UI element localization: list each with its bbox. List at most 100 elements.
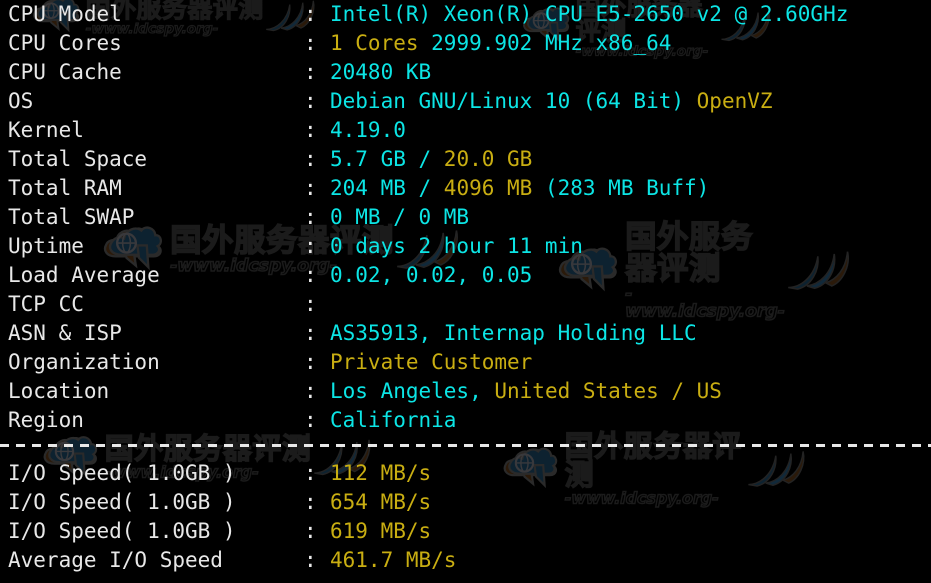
- row-label: Total Space: [8, 147, 148, 171]
- row-colon: :: [304, 147, 317, 171]
- row-label: I/O Speed( 1.0GB ): [8, 490, 236, 514]
- terminal-row: Uptime:0 days 2 hour 11 min: [0, 232, 931, 261]
- row-value: 654 MB/s: [330, 488, 431, 517]
- row-value: California: [330, 406, 456, 435]
- row-value: 619 MB/s: [330, 517, 431, 546]
- value-segment: Private Customer: [330, 350, 533, 374]
- terminal-row: I/O Speed( 1.0GB ):619 MB/s: [0, 517, 931, 546]
- row-colon: :: [304, 263, 317, 287]
- terminal-row: Kernel:4.19.0: [0, 116, 931, 145]
- row-colon: :: [304, 60, 317, 84]
- value-segment: United States / US: [494, 379, 722, 403]
- value-segment: California: [330, 408, 457, 432]
- terminal-row: I/O Speed( 1.0GB ):654 MB/s: [0, 488, 931, 517]
- value-segment: 204 MB /: [330, 176, 444, 200]
- value-segment: Intel(R) Xeon(R) CPU E5-2650 v2 @ 2.60GH…: [330, 2, 849, 26]
- terminal-row: TCP CC:: [0, 290, 931, 319]
- terminal-row: Average I/O Speed:461.7 MB/s: [0, 546, 931, 575]
- terminal-row: ASN & ISP: AS35913, Internap Holding LLC: [0, 319, 931, 348]
- row-colon: :: [304, 234, 317, 258]
- value-segment: 461.7 MB/s: [330, 548, 457, 572]
- row-value: 4.19.0: [330, 116, 406, 145]
- section-separator: [0, 435, 931, 459]
- row-colon: :: [304, 519, 317, 543]
- value-segment: 0 days 2 hour 11 min: [330, 234, 583, 258]
- row-label: CPU Cache: [8, 60, 122, 84]
- row-label: Load Average: [8, 263, 160, 287]
- row-value: Los Angeles, United States / US: [330, 377, 722, 406]
- row-value: 5.7 GB / 20.0 GB: [330, 145, 532, 174]
- value-segment: Los Angeles,: [330, 379, 495, 403]
- row-value: Private Customer: [330, 348, 532, 377]
- row-value: 1 Cores 2999.902 MHz x86_64: [330, 29, 671, 58]
- row-value: Debian GNU/Linux 10 (64 Bit) OpenVZ: [330, 87, 773, 116]
- row-colon: :: [304, 379, 317, 403]
- terminal-row: Location: Los Angeles, United States / US: [0, 377, 931, 406]
- row-label: TCP CC: [8, 292, 84, 316]
- terminal-row: CPU Model: Intel(R) Xeon(R) CPU E5-2650 v…: [0, 0, 931, 29]
- row-value: Intel(R) Xeon(R) CPU E5-2650 v2 @ 2.60GH…: [330, 0, 848, 29]
- row-colon: :: [304, 292, 317, 316]
- value-segment: Debian GNU/Linux 10 (64 Bit): [330, 89, 697, 113]
- value-segment: 1 Cores: [330, 31, 419, 55]
- row-label: Location: [8, 379, 110, 403]
- value-segment: 4096 MB: [443, 176, 533, 200]
- value-segment: 619 MB/s: [330, 519, 432, 543]
- terminal-row: Load Average:0.02, 0.02, 0.05: [0, 261, 931, 290]
- row-colon: :: [304, 89, 317, 113]
- row-value: 461.7 MB/s: [330, 546, 456, 575]
- value-segment: (283 MB Buff): [532, 176, 710, 200]
- terminal-row: CPU Cores:1 Cores 2999.902 MHz x86_64: [0, 29, 931, 58]
- value-segment: 654 MB/s: [330, 490, 432, 514]
- terminal-row: Total Space:5.7 GB / 20.0 GB: [0, 145, 931, 174]
- row-colon: :: [304, 548, 317, 572]
- row-label: CPU Cores: [8, 31, 122, 55]
- row-label: ASN & ISP: [8, 321, 122, 345]
- terminal-row: Total SWAP:0 MB / 0 MB: [0, 203, 931, 232]
- value-segment: OpenVZ: [696, 89, 773, 113]
- value-segment: 5.7 GB /: [330, 147, 444, 171]
- row-label: Kernel: [8, 118, 84, 142]
- value-segment: 20.0 GB: [443, 147, 533, 171]
- io-benchmark-block: I/O Speed( 1.0GB ):112 MB/s I/O Speed( 1.…: [0, 459, 931, 575]
- row-value: AS35913, Internap Holding LLC: [330, 319, 697, 348]
- system-info-block: CPU Model: Intel(R) Xeon(R) CPU E5-2650 v…: [0, 0, 931, 435]
- row-value: 0.02, 0.02, 0.05: [330, 261, 532, 290]
- row-label: CPU Model: [8, 2, 122, 26]
- value-segment: 0.02, 0.02, 0.05: [330, 263, 533, 287]
- terminal-screen: 国外服务器评测 -www.idcspy.org- 国外服务器评测 -www.idcsp…: [0, 0, 931, 583]
- value-segment: 4.19.0: [330, 118, 406, 142]
- terminal-row: I/O Speed( 1.0GB ):112 MB/s: [0, 459, 931, 488]
- terminal-row: Region: California: [0, 406, 931, 435]
- row-colon: :: [304, 205, 317, 229]
- row-label: I/O Speed( 1.0GB ): [8, 519, 236, 543]
- value-segment: 20480 KB: [330, 60, 432, 84]
- value-segment: 2999.902 MHz x86_64: [418, 31, 672, 55]
- row-value: 0 days 2 hour 11 min: [330, 232, 583, 261]
- row-label: Uptime: [8, 234, 84, 258]
- row-label: OS: [8, 89, 34, 113]
- terminal-row: CPU Cache:20480 KB: [0, 58, 931, 87]
- row-colon: :: [304, 176, 317, 200]
- terminal-row: Organization: Private Customer: [0, 348, 931, 377]
- row-value: 0 MB / 0 MB: [330, 203, 469, 232]
- row-label: Total RAM: [8, 176, 122, 200]
- row-label: Average I/O Speed: [8, 548, 223, 572]
- row-colon: :: [304, 350, 317, 374]
- row-colon: :: [304, 408, 317, 432]
- row-label: Organization: [8, 350, 160, 374]
- row-label: Total SWAP: [8, 205, 135, 229]
- terminal-row: Total RAM:204 MB / 4096 MB (283 MB Buff): [0, 174, 931, 203]
- row-colon: :: [304, 461, 317, 485]
- value-segment: AS35913, Internap Holding LLC: [330, 321, 697, 345]
- value-segment: 0 MB / 0 MB: [330, 205, 470, 229]
- row-colon: :: [304, 321, 317, 345]
- row-colon: :: [304, 2, 317, 26]
- row-label: Region: [8, 408, 84, 432]
- terminal-output: CPU Model: Intel(R) Xeon(R) CPU E5-2650 v…: [0, 0, 931, 575]
- row-value: 204 MB / 4096 MB (283 MB Buff): [330, 174, 709, 203]
- row-colon: :: [304, 31, 317, 55]
- terminal-row: OS: Debian GNU/Linux 10 (64 Bit) OpenVZ: [0, 87, 931, 116]
- dashed-rule: [0, 444, 931, 447]
- row-value: 20480 KB: [330, 58, 431, 87]
